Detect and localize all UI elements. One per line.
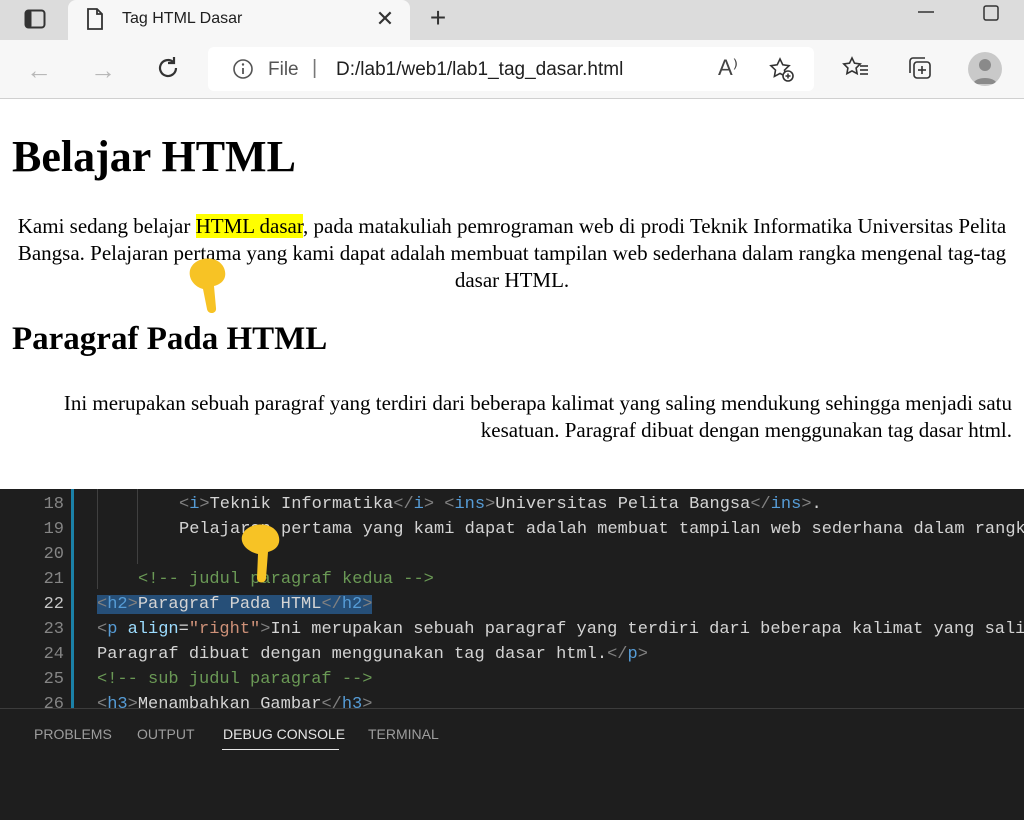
- address-scheme: File: [268, 59, 299, 80]
- line-number: 24: [43, 645, 64, 664]
- right-aligned-paragraph: Ini merupakan sebuah paragraf yang terdi…: [63, 391, 1012, 442]
- address-url[interactable]: D:/lab1/web1/lab1_tag_dasar.html: [336, 59, 623, 81]
- bottom-panel: PROBLEMS OUTPUT DEBUG CONSOLE TERMINAL: [0, 708, 1024, 820]
- profile-avatar-icon[interactable]: [968, 52, 1002, 86]
- active-tab-indicator: [222, 749, 339, 750]
- line-number-active: 22: [43, 595, 64, 614]
- new-tab-icon[interactable]: +: [424, 4, 452, 33]
- hand-pointer-icon: [180, 244, 240, 316]
- code-line-24[interactable]: Paragraf dibuat dengan menggunakan tag d…: [97, 642, 648, 667]
- line-number: 23: [43, 620, 64, 639]
- line-number: 20: [43, 545, 64, 564]
- tab-output[interactable]: OUTPUT: [137, 726, 195, 742]
- line-number: 26: [43, 695, 64, 708]
- code-line-25[interactable]: <!-- sub judul paragraf -->: [97, 667, 372, 692]
- forward-arrow-icon[interactable]: →: [90, 55, 116, 86]
- browser-tab[interactable]: Tag HTML Dasar ✕: [68, 0, 410, 40]
- close-icon[interactable]: ✕: [374, 6, 396, 31]
- tab-terminal[interactable]: TERMINAL: [368, 726, 439, 742]
- section-heading: Paragraf Pada HTML: [12, 321, 328, 357]
- hand-pointer-icon: [236, 514, 296, 586]
- indent-guide: [137, 489, 138, 564]
- intro-paragraph: Kami sedang belajar HTML dasar, pada mat…: [12, 213, 1012, 294]
- rendered-page: Belajar HTML Kami sedang belajar HTML da…: [0, 99, 1024, 489]
- back-arrow-icon[interactable]: ←: [26, 55, 52, 86]
- read-aloud-icon[interactable]: A⁾: [718, 55, 738, 81]
- line-number: 21: [43, 570, 64, 589]
- page-heading: Belajar HTML: [12, 132, 296, 181]
- modified-lines-indicator: [71, 489, 74, 708]
- reload-icon[interactable]: [154, 54, 182, 82]
- intro-text-start: Kami sedang belajar: [17, 214, 196, 238]
- selection: <h2>Paragraf Pada HTML</h2>: [97, 595, 373, 614]
- line-number: 18: [43, 495, 64, 514]
- tab-problems[interactable]: PROBLEMS: [34, 726, 112, 742]
- browser-tab-bar: Tag HTML Dasar ✕ +: [0, 0, 1024, 40]
- code-line-23[interactable]: <p align="right">Ini merupakan sebuah pa…: [97, 617, 1024, 642]
- code-editor[interactable]: 18 19 20 21 22 23 24 25 26 <i>Teknik Inf…: [0, 489, 1024, 708]
- info-icon[interactable]: [232, 58, 254, 80]
- browser-toolbar: ← → File | D:/lab1/web1/lab1_tag_dasar.h…: [0, 40, 1024, 99]
- address-bar[interactable]: File | D:/lab1/web1/lab1_tag_dasar.html …: [208, 47, 814, 91]
- page-icon: [86, 8, 106, 30]
- line-number: 19: [43, 520, 64, 539]
- tab-actions-icon[interactable]: [12, 6, 58, 32]
- favorites-icon[interactable]: [842, 54, 870, 82]
- tab-debug-console[interactable]: DEBUG CONSOLE: [223, 726, 345, 742]
- minimize-icon[interactable]: [914, 2, 938, 22]
- code-line-26[interactable]: <h3>Menambahkan Gambar</h3>: [97, 692, 372, 708]
- highlighted-text: HTML dasar: [195, 214, 304, 238]
- line-number: 25: [43, 670, 64, 689]
- code-line-22-selected[interactable]: <h2>Paragraf Pada HTML</h2>: [97, 592, 373, 617]
- add-favorite-icon[interactable]: [768, 56, 796, 84]
- tab-title: Tag HTML Dasar: [122, 10, 243, 27]
- maximize-icon[interactable]: [982, 4, 1000, 22]
- collections-icon[interactable]: [906, 54, 934, 82]
- code-line-19[interactable]: Pelajaran pertama yang kami dapat adalah…: [179, 517, 1024, 542]
- address-separator: |: [312, 57, 318, 79]
- indent-guide: [97, 489, 98, 589]
